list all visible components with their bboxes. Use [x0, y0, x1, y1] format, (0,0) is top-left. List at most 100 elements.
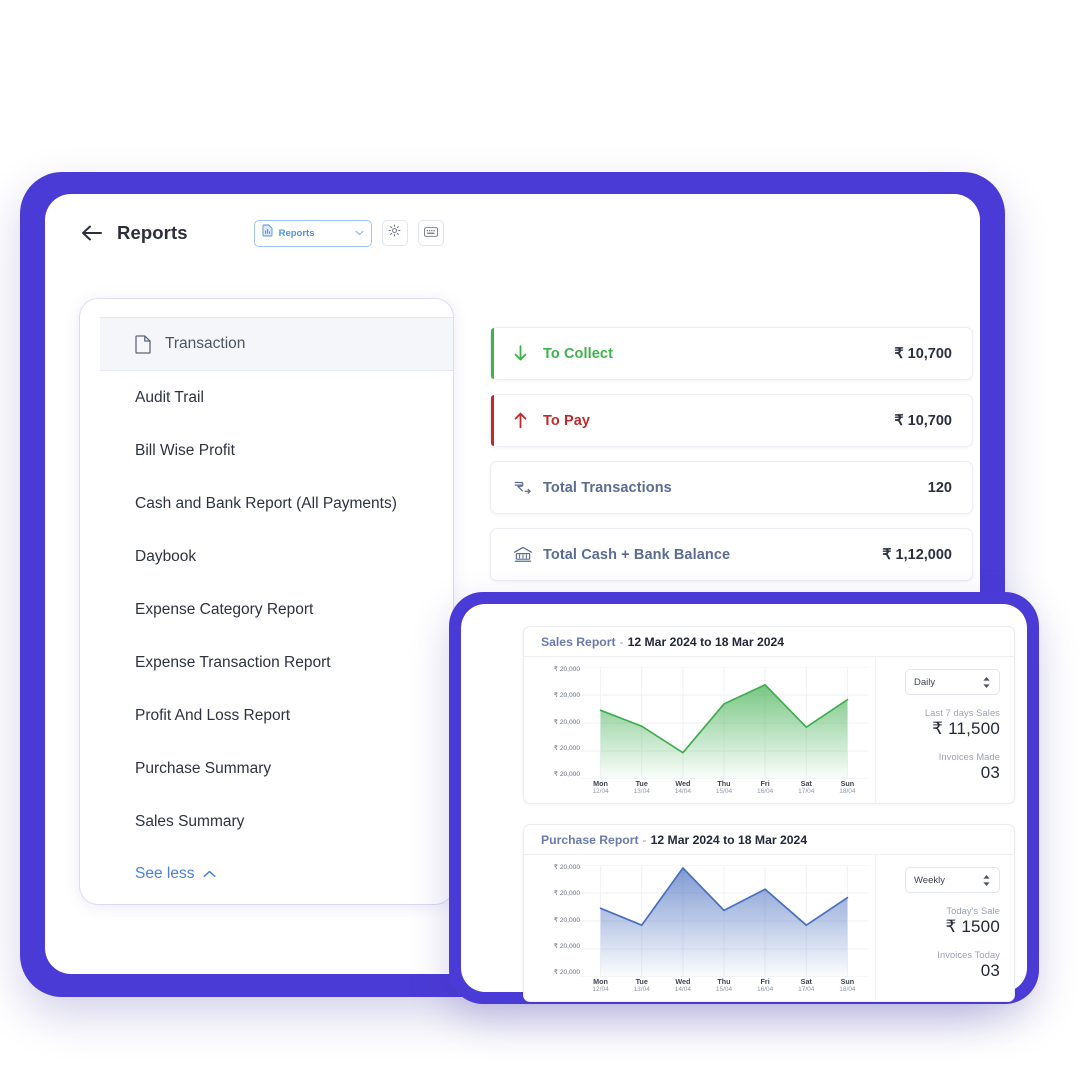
- chevron-down-icon: [355, 229, 364, 238]
- x-tick: Mon 12/04: [592, 779, 609, 795]
- x-tick: Fri 16/04: [756, 977, 774, 993]
- see-less-button[interactable]: See less: [80, 852, 453, 896]
- summary-card-to-collect[interactable]: To Collect ₹ 10,700: [490, 327, 973, 380]
- summary-card-value: ₹ 10,700: [894, 412, 952, 429]
- x-tick: Mon 12/04: [592, 977, 609, 993]
- y-tick: ₹ 20,000: [553, 943, 580, 951]
- arrow-down-icon: [513, 345, 537, 362]
- sidebar-item-label: Audit Trail: [135, 388, 204, 406]
- sidebar-item-audit-trail[interactable]: Audit Trail: [80, 371, 453, 424]
- sidebar-item-bill-wise-profit[interactable]: Bill Wise Profit: [80, 424, 453, 477]
- x-tick: Sat 17/04: [798, 779, 815, 795]
- sidebar-item-daybook[interactable]: Daybook: [80, 530, 453, 583]
- report-type-select[interactable]: Reports: [253, 219, 372, 247]
- purchase-stat2-value: 03: [980, 961, 1000, 980]
- chart-title: Purchase Report: [541, 832, 639, 847]
- sidebar-item-expense-category-report[interactable]: Expense Category Report: [80, 583, 453, 636]
- x-tick: Thu 15/04: [715, 779, 733, 795]
- gear-icon: [388, 224, 401, 242]
- purchase-stat1-label: Today's Sale: [946, 906, 1000, 916]
- x-tick: Tue 13/04: [633, 779, 650, 795]
- bank-icon: [513, 546, 537, 563]
- sales-stat1-value: ₹ 11,500: [932, 719, 1000, 738]
- purchase-report-card: Purchase Report - 12 Mar 2024 to 18 Mar …: [523, 824, 1015, 1002]
- stepper-icon: [982, 874, 991, 887]
- y-tick: ₹ 20,000: [553, 916, 580, 924]
- arrow-left-icon[interactable]: [79, 220, 105, 246]
- purchase-y-axis-labels: ₹ 20,000 ₹ 20,000 ₹ 20,000 ₹ 20,000 ₹ 20…: [532, 864, 580, 977]
- purchase-chart-body: ₹ 20,000 ₹ 20,000 ₹ 20,000 ₹ 20,000 ₹ 20…: [524, 855, 1014, 1002]
- arrow-up-icon: [513, 412, 537, 429]
- sidebar-item-cash-and-bank-report[interactable]: Cash and Bank Report (All Payments): [80, 477, 453, 530]
- y-tick: ₹ 20,000: [553, 969, 580, 977]
- x-tick: Wed 14/04: [674, 977, 691, 993]
- report-type-label: Reports: [278, 227, 315, 239]
- sales-stat1-label: Last 7 days Sales: [924, 708, 1000, 718]
- app-header: Reports Reports: [45, 194, 980, 272]
- y-tick: ₹ 20,000: [553, 771, 580, 779]
- x-tick: Sat 17/04: [798, 977, 815, 993]
- page-title: Reports: [117, 222, 188, 243]
- sales-stat2-label: Invoices Made: [938, 752, 1000, 762]
- sidebar-item-purchase-summary[interactable]: Purchase Summary: [80, 742, 453, 795]
- sales-period-label: Daily: [914, 676, 936, 688]
- summary-card-label: To Collect: [543, 345, 614, 362]
- sidebar-item-transaction[interactable]: Transaction: [100, 317, 453, 371]
- y-tick: ₹ 20,000: [553, 718, 580, 726]
- sidebar-item-label: Cash and Bank Report (All Payments): [135, 494, 397, 512]
- document-icon: [135, 334, 151, 354]
- sales-stat2-value: 03: [980, 763, 1000, 782]
- sales-y-axis-labels: ₹ 20,000 ₹ 20,000 ₹ 20,000 ₹ 20,000 ₹ 20…: [532, 666, 580, 779]
- sidebar-item-label: Expense Transaction Report: [135, 653, 331, 671]
- sales-chart-side: Daily Last 7 days Sales ₹ 11,500 Invoice…: [874, 657, 1015, 804]
- header-controls: Reports: [253, 219, 444, 247]
- reports-list-card: Transaction Audit Trail Bill Wise Profit…: [80, 299, 453, 904]
- y-tick: ₹ 20,000: [553, 890, 580, 898]
- y-tick: ₹ 20,000: [553, 692, 580, 700]
- card-accent-bar: [491, 395, 494, 446]
- x-tick: Tue 13/04: [633, 977, 650, 993]
- rupee-transfer-icon: [513, 480, 537, 496]
- y-tick: ₹ 20,000: [553, 864, 580, 871]
- sidebar-item-expense-transaction-report[interactable]: Expense Transaction Report: [80, 636, 453, 689]
- summary-card-label: Total Cash + Bank Balance: [543, 546, 731, 563]
- y-tick: ₹ 20,000: [553, 745, 580, 753]
- sidebar-item-label: Sales Summary: [135, 812, 245, 830]
- sidebar-item-label: Profit And Loss Report: [135, 706, 291, 724]
- purchase-stat2-label: Invoices Today: [937, 950, 1000, 960]
- chart-title: Sales Report: [541, 634, 616, 649]
- chart-date-range: 12 Mar 2024 to 18 Mar 2024: [650, 832, 808, 847]
- sales-period-select[interactable]: Daily: [905, 669, 1000, 695]
- summary-card-label: Total Transactions: [543, 479, 672, 496]
- x-tick: Wed 14/04: [674, 779, 691, 795]
- sidebar-item-profit-and-loss-report[interactable]: Profit And Loss Report: [80, 689, 453, 742]
- x-tick: Sun 18/04: [839, 977, 856, 993]
- purchase-period-select[interactable]: Weekly: [905, 867, 1000, 893]
- purchase-period-label: Weekly: [914, 874, 945, 886]
- chart-title-dash: -: [642, 832, 647, 847]
- stepper-icon: [982, 676, 991, 689]
- screenshot-root: Reports Reports Transaction Audit Trail …: [0, 0, 1081, 1080]
- keyboard-shortcuts-button[interactable]: [417, 220, 444, 246]
- summary-card-to-pay[interactable]: To Pay ₹ 10,700: [490, 394, 973, 447]
- purchase-plot: ₹ 20,000 ₹ 20,000 ₹ 20,000 ₹ 20,000 ₹ 20…: [524, 855, 875, 1002]
- see-less-label: See less: [135, 865, 195, 882]
- sales-area-chart: [580, 667, 868, 779]
- card-accent-bar: [491, 328, 494, 379]
- summary-card-total-transactions[interactable]: Total Transactions 120: [490, 461, 973, 514]
- x-tick: Fri 16/04: [756, 779, 774, 795]
- sidebar-item-label: Bill Wise Profit: [135, 441, 235, 459]
- keyboard-icon: [423, 224, 438, 242]
- sidebar-item-sales-summary[interactable]: Sales Summary: [80, 795, 453, 848]
- summary-card-total-cash-bank-balance[interactable]: Total Cash + Bank Balance ₹ 1,12,000: [490, 528, 973, 581]
- settings-button[interactable]: [381, 220, 408, 246]
- charts-panel-frame: Sales Report - 12 Mar 2024 to 18 Mar 202…: [449, 592, 1039, 1004]
- chart-date-range: 12 Mar 2024 to 18 Mar 2024: [627, 634, 785, 649]
- sidebar-item-label: Expense Category Report: [135, 600, 314, 618]
- charts-panel-content: Sales Report - 12 Mar 2024 to 18 Mar 202…: [461, 604, 1027, 1002]
- sidebar-item-label: Purchase Summary: [135, 759, 272, 777]
- sales-x-axis-labels: Mon 12/04 Tue 13/04 Wed 14/04 Thu 15/04 Fri 1…: [580, 779, 868, 796]
- chevron-up-icon: [203, 867, 217, 881]
- summary-card-value: ₹ 1,12,000: [882, 546, 952, 563]
- summary-card-label: To Pay: [543, 412, 591, 429]
